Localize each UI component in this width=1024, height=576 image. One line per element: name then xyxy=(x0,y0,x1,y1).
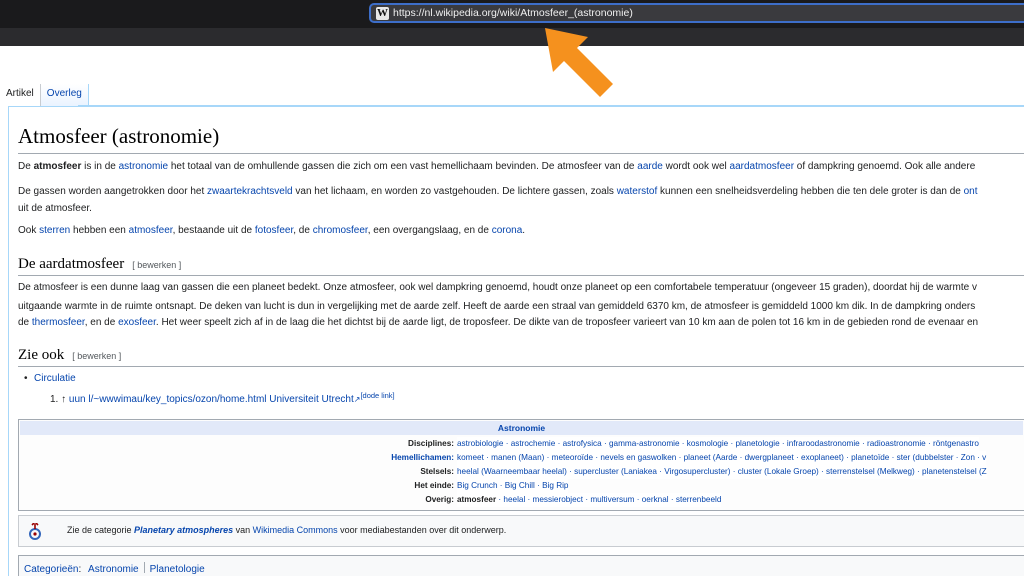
section-heading-aardatmosfeer: De aardatmosfeer [ bewerken ] xyxy=(18,256,181,273)
text: wordt ook wel xyxy=(662,161,730,172)
dead-link-note[interactable]: [dode link] xyxy=(360,391,394,400)
navbox-row-label: Het einde: xyxy=(414,481,454,490)
article-content: Atmosfeer (astronomie) De atmosfeer is i… xyxy=(8,106,1024,576)
intro-paragraph-2: De gassen worden aangetrokken door het z… xyxy=(18,182,978,202)
link-sterren[interactable]: sterren xyxy=(39,225,70,236)
tab-overleg[interactable]: Overleg xyxy=(40,84,89,106)
link-zwaartekrachtsveld[interactable]: zwaartekrachtsveld xyxy=(207,186,293,197)
text: van xyxy=(233,525,253,535)
category-links: Categorieën: Astronomie Planetologie xyxy=(18,555,1024,576)
text: De xyxy=(18,161,34,172)
navbox-row-label: Disciplines: xyxy=(408,439,454,448)
intro-paragraph-3: Ook sterren hebben een atmosfeer, bestaa… xyxy=(18,221,525,241)
navbox-title-link[interactable]: Astronomie xyxy=(498,423,545,433)
link-fotosfeer[interactable]: fotosfeer xyxy=(255,225,293,236)
link-ont[interactable]: ont xyxy=(964,186,978,197)
url-text[interactable]: https://nl.wikipedia.org/wiki/Atmosfeer_… xyxy=(393,7,633,19)
text: : xyxy=(78,564,82,575)
text: De gassen worden aangetrokken door het xyxy=(18,186,208,197)
navbox-row: Hemellichamen: komeet · manen (Maan) · m… xyxy=(19,451,1024,465)
link-astronomie[interactable]: astronomie xyxy=(119,161,168,172)
heading-text: Zie ook xyxy=(18,347,65,363)
navbox-title: Astronomie xyxy=(20,421,1023,435)
link-aardatmosfeer[interactable]: aardatmosfeer xyxy=(730,161,794,172)
section1-line-3: de thermosfeer, en de exosfeer. Het weer… xyxy=(18,313,978,333)
text: , de xyxy=(293,225,313,236)
category-planetologie[interactable]: Planetologie xyxy=(150,564,205,575)
navbox-row-items[interactable]: astrobiologie · astrochemie · astrofysic… xyxy=(457,437,979,451)
commons-text: Zie de categorie Planetary atmospheres v… xyxy=(67,525,506,535)
list-item: Circulatie xyxy=(24,373,76,384)
link-wikimedia-commons[interactable]: Wikimedia Commons xyxy=(253,525,338,535)
link-circulatie[interactable]: Circulatie xyxy=(34,373,76,384)
link-atmosfeer[interactable]: atmosfeer xyxy=(129,225,173,236)
navbox-row-items[interactable]: komeet · manen (Maan) · meteoroïde · nev… xyxy=(457,451,987,465)
link-waterstof[interactable]: waterstof xyxy=(617,186,658,197)
link-thermosfeer[interactable]: thermosfeer xyxy=(32,317,85,328)
link-aarde[interactable]: aarde xyxy=(637,161,663,172)
browser-toolbar: W https://nl.wikipedia.org/wiki/Atmosfee… xyxy=(0,0,1024,28)
intro-paragraph-1: De atmosfeer is in de astronomie het tot… xyxy=(18,157,975,177)
page-title: Atmosfeer (astronomie) xyxy=(18,124,220,148)
heading-text: De aardatmosfeer xyxy=(18,256,125,272)
navbox-row-items: atmosfeer · heelal · messierobject · mul… xyxy=(457,493,722,507)
text: kunnen een snelheidsverdeling hebben die… xyxy=(657,186,964,197)
navbox-row: Disciplines: astrobiologie · astrochemie… xyxy=(19,437,1024,451)
navbox-row-label: Stelsels: xyxy=(420,467,454,476)
text: is in de xyxy=(81,161,119,172)
wikipedia-favicon-icon: W xyxy=(376,7,389,20)
navbox-links[interactable]: · heelal · messierobject · multiversum ·… xyxy=(496,495,721,504)
edit-link[interactable]: [ bewerken ] xyxy=(132,260,181,270)
section-divider xyxy=(18,366,1024,367)
current-page-term: atmosfeer xyxy=(457,495,497,504)
section1-line-1: De atmosfeer is een dunne laag van gasse… xyxy=(18,282,977,293)
tab-artikel[interactable]: Artikel xyxy=(0,84,41,106)
link-planetary-atmospheres[interactable]: Planetary atmospheres xyxy=(134,525,233,535)
wikimedia-commons-icon xyxy=(29,523,41,540)
browser-bookmarks-bar xyxy=(0,28,1024,46)
bold-term: atmosfeer xyxy=(33,161,82,172)
commons-box: Zie de categorie Planetary atmospheres v… xyxy=(18,515,1024,547)
text: Zie de categorie xyxy=(67,525,135,535)
reference-link[interactable]: uun l/~wwwimau/key_topics/ozon/home.html… xyxy=(69,394,354,405)
navbox-row-items[interactable]: heelal (Waarneembaar heelal) · superclus… xyxy=(457,465,987,479)
text: van het lichaam, en worden zo vastgehoud… xyxy=(292,186,617,197)
navbox-astronomie: Astronomie Disciplines: astrobiologie · … xyxy=(18,419,1024,511)
text: . Het weer speelt zich af in de laag die… xyxy=(155,317,979,328)
intro-paragraph-2-line-2: uit de atmosfeer. xyxy=(18,203,92,214)
title-divider xyxy=(18,153,1024,154)
navbox-row-label[interactable]: Hemellichamen: xyxy=(391,451,454,465)
reference-number: 1. xyxy=(50,394,59,405)
text: voor mediabestanden over dit onderwerp. xyxy=(337,525,507,535)
text: de xyxy=(18,317,32,328)
link-chromosfeer[interactable]: chromosfeer xyxy=(313,225,368,236)
navbox-row: Overig: atmosfeer · heelal · messierobje… xyxy=(19,493,1024,507)
section-divider xyxy=(18,275,1024,276)
link-exosfeer[interactable]: exosfeer xyxy=(118,317,156,328)
edit-link[interactable]: [ bewerken ] xyxy=(72,351,121,361)
text: of dampkring genoemd. Ook alle andere xyxy=(794,161,976,172)
text: , bestaande uit de xyxy=(172,225,255,236)
text: hebben een xyxy=(70,225,129,236)
text: . xyxy=(522,225,526,236)
navbox-row: Stelsels: heelal (Waarneembaar heelal) ·… xyxy=(19,465,1024,479)
navbox-row-label: Overig: xyxy=(425,495,454,504)
category-astronomie[interactable]: Astronomie xyxy=(88,564,139,575)
address-bar[interactable]: W https://nl.wikipedia.org/wiki/Atmosfee… xyxy=(369,3,1024,23)
reference-item: 1. ↑ uun l/~wwwimau/key_topics/ozon/home… xyxy=(50,391,395,405)
text: het totaal van de omhullende gassen die … xyxy=(168,161,638,172)
navbox-row: Het einde: Big Crunch · Big Chill · Big … xyxy=(19,479,1024,493)
reference-backlink[interactable]: ↑ xyxy=(61,394,66,405)
category-separator xyxy=(143,562,145,573)
page-tabs: Artikel Overleg xyxy=(0,84,89,106)
text: Ook xyxy=(18,225,40,236)
categories-label[interactable]: Categorieën xyxy=(24,564,78,575)
text: , een overgangslaag, en de xyxy=(367,225,492,236)
arrow-pointer-icon xyxy=(545,28,613,97)
link-corona[interactable]: corona xyxy=(492,225,523,236)
text: , en de xyxy=(84,317,119,328)
navbox-row-items[interactable]: Big Crunch · Big Chill · Big Rip xyxy=(457,479,569,493)
section-heading-zie-ook: Zie ook [ bewerken ] xyxy=(18,347,121,364)
